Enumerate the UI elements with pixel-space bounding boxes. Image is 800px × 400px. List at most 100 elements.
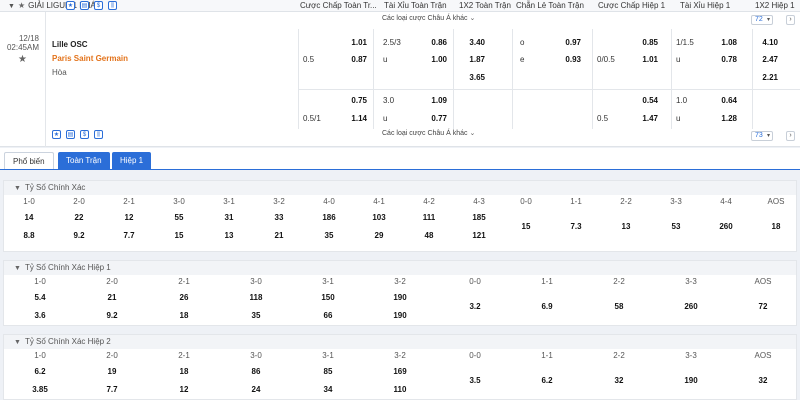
odd-cell[interactable]: 3.85 — [4, 385, 76, 394]
odd-cell[interactable]: 35 — [220, 311, 292, 320]
more-asian-bets[interactable]: Các loại cược Châu Á khác ⌄ — [382, 14, 475, 22]
odd-cell[interactable]: 1.87 — [453, 52, 491, 67]
odd-cell[interactable]: 118 — [220, 293, 292, 302]
odd-cell[interactable]: 55 — [154, 213, 204, 222]
nav-arrow-button[interactable]: › — [786, 131, 795, 141]
odd-cell[interactable]: 0.5/1 1.14 — [298, 111, 373, 126]
odd-cell[interactable]: 32 — [727, 376, 799, 385]
odd-cell[interactable]: 1.01 — [298, 35, 373, 50]
odd-cell[interactable]: 1/1.5 1.08 — [671, 35, 743, 50]
odd-cell[interactable]: 0.54 — [592, 93, 664, 108]
odd-cell[interactable]: o 0.97 — [515, 35, 587, 50]
star-icon[interactable]: ★ — [66, 1, 75, 10]
odd-cell[interactable]: 26 — [148, 293, 220, 302]
odd-cell[interactable]: 32 — [583, 376, 655, 385]
star-icon[interactable]: ★ — [18, 1, 25, 10]
odd-cell[interactable]: 0.5 1.47 — [592, 111, 664, 126]
odd-cell[interactable]: 9.2 — [54, 231, 104, 240]
odd-cell[interactable]: 66 — [292, 311, 364, 320]
dollar-icon[interactable]: $ — [80, 130, 89, 139]
odd-cell[interactable]: 5.4 — [4, 293, 76, 302]
odd-cell[interactable]: 7.7 — [104, 231, 154, 240]
odd-cell[interactable]: 31 — [204, 213, 254, 222]
odd-cell[interactable]: 34 — [292, 385, 364, 394]
odd-cell[interactable]: 18 — [148, 367, 220, 376]
odd-cell[interactable]: 6.9 — [511, 302, 583, 311]
odd-cell[interactable]: 53 — [651, 222, 701, 231]
odd-cell[interactable]: 190 — [364, 293, 436, 302]
odd-cell[interactable]: u 0.77 — [378, 111, 453, 126]
star-icon[interactable]: ★ — [0, 55, 39, 65]
odd-cell[interactable]: u 1.00 — [378, 52, 453, 67]
odd-cell[interactable]: 3.65 — [453, 70, 491, 85]
odd-cell[interactable]: 13 — [204, 231, 254, 240]
section-header[interactable]: ▼ Tỷ Số Chính Xác Hiệp 1 — [4, 261, 796, 275]
tab-popular[interactable]: Phổ biến — [4, 152, 54, 169]
odd-cell[interactable]: 72 — [727, 302, 799, 311]
collapse-triangle-icon[interactable]: ▼ — [8, 3, 15, 10]
dollar-icon[interactable]: $ — [94, 1, 103, 10]
odd-cell[interactable]: 13 — [601, 222, 651, 231]
odd-cell[interactable]: 186 — [304, 213, 354, 222]
odd-cell[interactable]: 29 — [354, 231, 404, 240]
odd-cell[interactable]: 85 — [292, 367, 364, 376]
odd-cell[interactable]: 33 — [254, 213, 304, 222]
odd-cell[interactable]: 21 — [254, 231, 304, 240]
odd-cell[interactable]: 169 — [364, 367, 436, 376]
odd-cell[interactable]: 0.85 — [592, 35, 664, 50]
odd-cell[interactable]: u 0.78 — [671, 52, 743, 67]
section-header[interactable]: ▼ Tỷ Số Chính Xác — [4, 181, 796, 195]
stats-icon[interactable]: ⫼ — [94, 130, 103, 139]
odd-cell[interactable]: 6.2 — [511, 376, 583, 385]
odd-cell[interactable]: 9.2 — [76, 311, 148, 320]
odd-cell[interactable]: 24 — [220, 385, 292, 394]
odd-cell[interactable]: 12 — [148, 385, 220, 394]
odd-cell[interactable]: 3.5 — [439, 376, 511, 385]
odd-cell[interactable]: e 0.93 — [515, 52, 587, 67]
odd-cell[interactable]: 2.21 — [752, 70, 784, 85]
odd-cell[interactable]: 3.0 1.09 — [378, 93, 453, 108]
odd-cell[interactable]: 190 — [655, 376, 727, 385]
bet-count[interactable]: 73 ▾ — [751, 131, 773, 141]
odd-cell[interactable]: 3.2 — [439, 302, 511, 311]
odd-cell[interactable]: 260 — [701, 222, 751, 231]
odd-cell[interactable]: 4.10 — [752, 35, 784, 50]
odd-cell[interactable]: 0/0.5 1.01 — [592, 52, 664, 67]
odd-cell[interactable]: 150 — [292, 293, 364, 302]
odd-cell[interactable]: 0.75 — [298, 93, 373, 108]
mail-icon[interactable]: ▤ — [80, 1, 89, 10]
odd-cell[interactable]: 3.6 — [4, 311, 76, 320]
odd-cell[interactable]: 14 — [4, 213, 54, 222]
odd-cell[interactable]: 12 — [104, 213, 154, 222]
odd-cell[interactable]: 86 — [220, 367, 292, 376]
odd-cell[interactable]: 6.2 — [4, 367, 76, 376]
odd-cell[interactable]: 15 — [501, 222, 551, 231]
odd-cell[interactable]: 2.5/3 0.86 — [378, 35, 453, 50]
star-icon[interactable]: ★ — [52, 130, 61, 139]
odd-cell[interactable]: 190 — [364, 311, 436, 320]
mail-icon[interactable]: ▤ — [66, 130, 75, 139]
odd-cell[interactable]: 18 — [751, 222, 800, 231]
odd-cell[interactable]: 111 — [404, 213, 454, 222]
tab-full-time[interactable]: Toàn Trận — [58, 152, 110, 169]
bet-count[interactable]: 72 ▾ — [751, 15, 773, 25]
odd-cell[interactable]: 58 — [583, 302, 655, 311]
odd-cell[interactable]: 7.3 — [551, 222, 601, 231]
odd-cell[interactable]: 19 — [76, 367, 148, 376]
odd-cell[interactable]: 260 — [655, 302, 727, 311]
odd-cell[interactable]: 15 — [154, 231, 204, 240]
odd-cell[interactable]: 2.47 — [752, 52, 784, 67]
odd-cell[interactable]: 103 — [354, 213, 404, 222]
odd-cell[interactable]: 185 — [454, 213, 504, 222]
nav-arrow-button[interactable]: › — [786, 15, 795, 25]
odd-cell[interactable]: 48 — [404, 231, 454, 240]
stats-icon[interactable]: ⫼ — [108, 1, 117, 10]
odd-cell[interactable]: 0.5 0.87 — [298, 52, 373, 67]
odd-cell[interactable]: 1.0 0.64 — [671, 93, 743, 108]
more-asian-bets[interactable]: Các loại cược Châu Á khác ⌄ — [382, 129, 475, 137]
section-header[interactable]: ▼ Tỷ Số Chính Xác Hiệp 2 — [4, 335, 796, 349]
odd-cell[interactable]: 8.8 — [4, 231, 54, 240]
odd-cell[interactable]: 35 — [304, 231, 354, 240]
odd-cell[interactable]: 7.7 — [76, 385, 148, 394]
odd-cell[interactable]: 22 — [54, 213, 104, 222]
